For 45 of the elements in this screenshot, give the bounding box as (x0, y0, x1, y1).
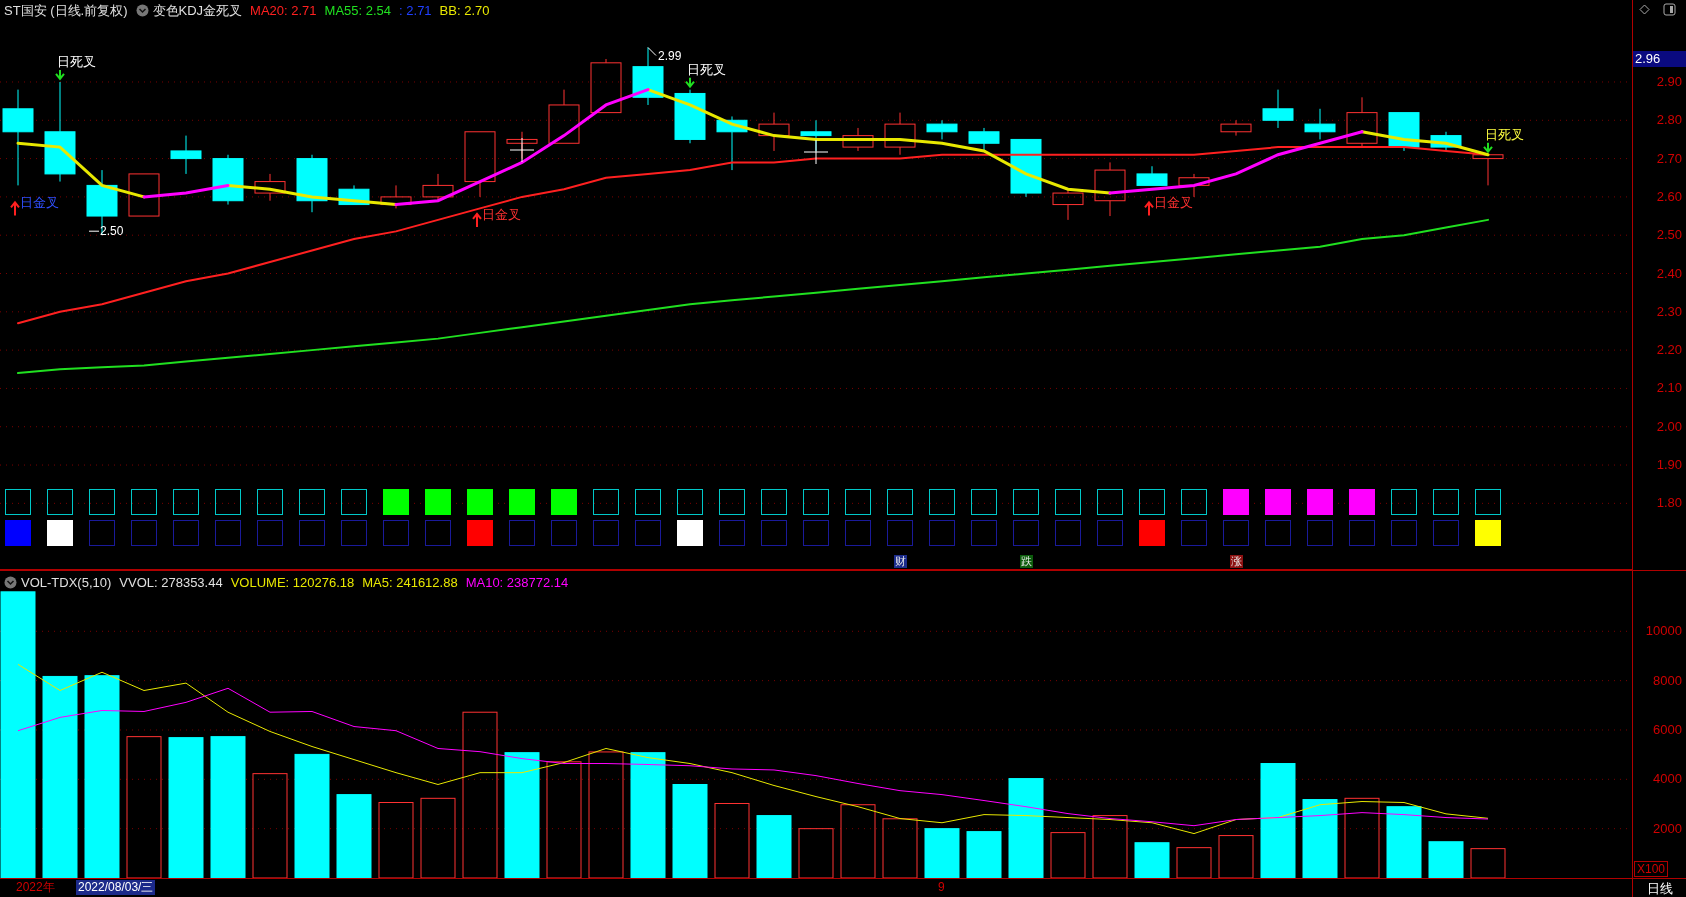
price-axis-label: 2.20 (1656, 343, 1682, 357)
indicator-value: MA20: 2.71 (250, 4, 317, 17)
indicator-value: MA10: 238772.14 (465, 576, 569, 589)
price-axis-label: 2.00 (1656, 419, 1682, 433)
price-axis-label: 2.60 (1656, 189, 1682, 203)
dead-cross-label: 日死叉 (687, 61, 726, 77)
volume-axis-label: 10000 (1645, 624, 1682, 638)
time-axis-label: 9 (938, 881, 945, 893)
signal-note: 财 (893, 555, 907, 568)
signal-note: 涨 (1229, 555, 1243, 568)
indicator-value: MA5: 241612.88 (362, 576, 458, 589)
price-axis-label: 1.80 (1656, 496, 1682, 510)
cursor-date-label: 2022/08/03/三 (76, 880, 156, 895)
indicator-value: VVOL: 278353.44 (119, 576, 223, 589)
price-axis-label: 2.40 (1656, 266, 1682, 280)
volume-axis-label: 8000 (1653, 673, 1682, 687)
indicator-value: : 2.71 (399, 4, 432, 17)
price-axis-label: 2.30 (1656, 304, 1682, 318)
indicator-name: VOL-TDX(5,10) (21, 576, 112, 589)
time-axis-label: 2022年 (16, 881, 55, 893)
high-price-label: 2.99 (658, 48, 682, 63)
price-axis-label: 2.70 (1656, 151, 1682, 165)
signal-note: 跌 (1019, 555, 1033, 568)
indicator-name: 变色KDJ金死叉 (152, 4, 243, 17)
price-axis-label: 2.80 (1656, 113, 1682, 127)
golden-cross-label: 日金叉 (20, 195, 59, 211)
golden-cross-label: 日金叉 (482, 206, 521, 222)
volume-axis-label: 6000 (1653, 722, 1682, 736)
volume-axis-label: 2000 (1653, 821, 1682, 835)
dead-cross-label: 日死叉 (57, 54, 96, 69)
stock-title: ST国安 (日线.前复权) (4, 4, 128, 17)
period-label: 日线 (1646, 881, 1673, 895)
price-axis-label: 2.90 (1656, 74, 1682, 88)
price-axis-label: 1.90 (1656, 458, 1682, 472)
indicator-value: MA55: 2.54 (324, 4, 392, 17)
indicator-value: VOLUME: 120276.18 (230, 576, 355, 589)
volume-unit-label: X100 (1634, 861, 1669, 877)
indicator-value: BB: 2.70 (439, 4, 490, 17)
price-axis-label: 2.10 (1656, 381, 1682, 395)
dead-cross-label: 日死叉 (1485, 126, 1524, 142)
low-price-label: 2.50 (100, 224, 124, 239)
golden-cross-label: 日金叉 (1154, 195, 1193, 211)
current-price-tag: 2.96 (1633, 51, 1686, 67)
price-axis-label: 2.50 (1656, 228, 1682, 242)
volume-axis-label: 4000 (1653, 772, 1682, 786)
